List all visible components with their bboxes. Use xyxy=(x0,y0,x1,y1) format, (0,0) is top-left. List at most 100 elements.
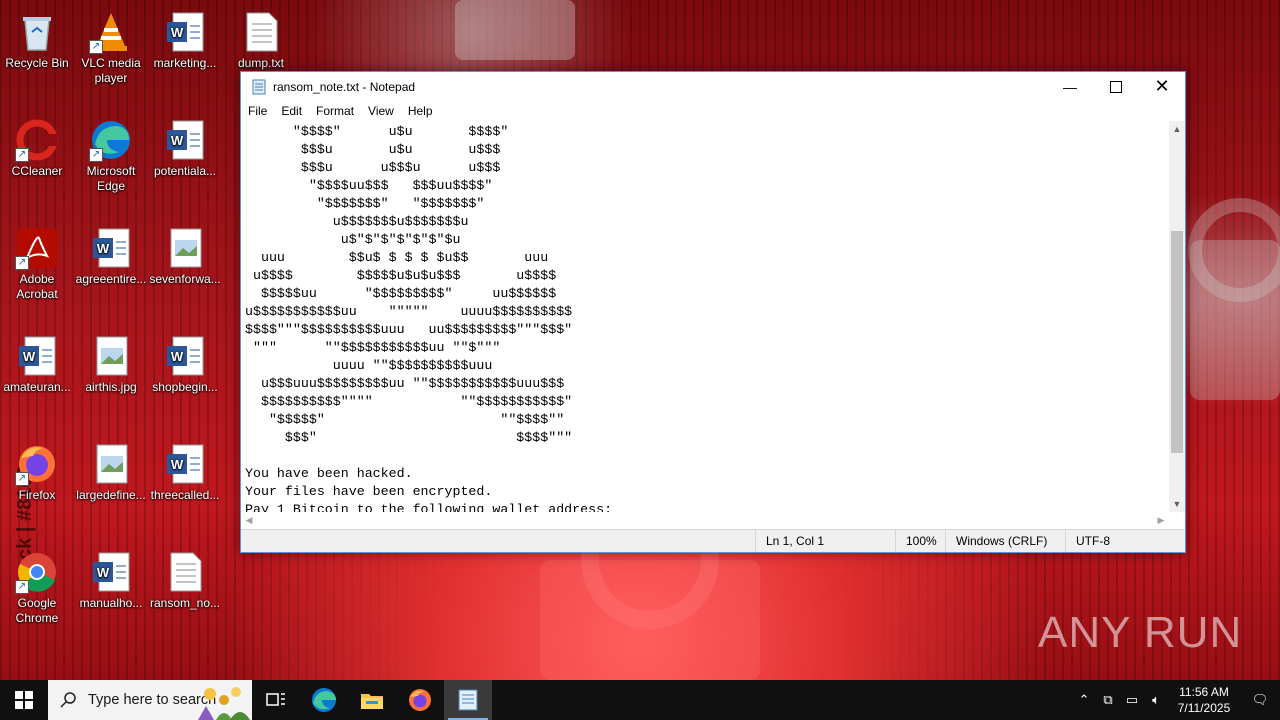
notification-icon[interactable]: 🗨︎ xyxy=(1240,692,1280,708)
maximize-button[interactable] xyxy=(1093,72,1139,101)
word-doc-icon: W xyxy=(89,226,133,270)
document-text[interactable]: "$$$$" u$u $$$$" $$$u u$u u$$$ $$$u u$$$… xyxy=(241,121,1169,512)
taskbar-notepad[interactable] xyxy=(444,680,492,720)
word-doc-icon: W xyxy=(15,334,59,378)
desktop-icon-google-chrome[interactable]: ↗ Google Chrome xyxy=(0,544,74,644)
notepad-icon xyxy=(251,79,267,95)
menu-view[interactable]: View xyxy=(361,104,401,118)
horizontal-scrollbar[interactable]: ◀ ▶ xyxy=(241,512,1169,528)
clock-date: 7/11/2025 xyxy=(1177,701,1231,715)
window-title: ransom_note.txt - Notepad xyxy=(273,79,416,94)
volume-icon[interactable]: 🔈︎ xyxy=(1144,692,1168,708)
word-doc-icon: W xyxy=(163,118,207,162)
text-editor-area[interactable]: "$$$$" u$u $$$$" $$$u u$u u$$$ $$$u u$$$… xyxy=(241,121,1169,512)
system-tray: ⌃ ⧉ ▭ 🔈︎ 11:56 AM 7/11/2025 🗨︎ xyxy=(1072,680,1280,720)
folder-icon xyxy=(361,694,383,709)
desktop-icon-vlc[interactable]: ↗ VLC media player xyxy=(74,4,148,104)
desktop-icon-firefox[interactable]: ↗ Firefox xyxy=(0,436,74,536)
svg-text:W: W xyxy=(97,241,110,256)
desktop-icon-microsoft-edge[interactable]: ↗ Microsoft Edge xyxy=(74,112,148,212)
svg-text:W: W xyxy=(23,349,36,364)
menu-file[interactable]: File xyxy=(241,104,274,118)
taskbar-search-box[interactable]: Type here to search xyxy=(48,680,252,720)
anyrun-watermark: ANY RUN xyxy=(1038,608,1243,657)
desktop-icon-recycle-bin[interactable]: Recycle Bin xyxy=(0,4,74,104)
svg-text:W: W xyxy=(171,349,184,364)
maximize-icon xyxy=(1110,80,1122,93)
taskbar-firefox[interactable] xyxy=(396,680,444,720)
scroll-thumb[interactable] xyxy=(1171,231,1183,453)
search-highlight-flowers-icon xyxy=(198,687,250,720)
image-file-icon xyxy=(163,226,207,270)
desktop-icon-manualho[interactable]: W manualho... xyxy=(74,544,148,644)
scroll-left-icon[interactable]: ◀ xyxy=(241,512,257,528)
vlc-icon: ↗ xyxy=(89,10,133,54)
status-zoom: 100% xyxy=(895,530,945,552)
edge-icon: ↗ xyxy=(89,118,133,162)
shortcut-arrow-icon: ↗ xyxy=(89,40,103,54)
word-doc-icon: W xyxy=(89,550,133,594)
text-file-icon xyxy=(163,550,207,594)
desktop-icon-largedefine[interactable]: largedefine... xyxy=(74,436,148,536)
ccleaner-icon: ↗ xyxy=(15,118,59,162)
chevron-up-icon[interactable]: ⌃ xyxy=(1072,692,1096,708)
desktop-icon-adobe-acrobat[interactable]: ↗ Adobe Acrobat xyxy=(0,220,74,320)
network-icon[interactable]: ▭ xyxy=(1120,692,1144,708)
shortcut-arrow-icon: ↗ xyxy=(15,256,29,270)
word-doc-icon: W xyxy=(163,442,207,486)
desktop-icon-potentiala[interactable]: W potentiala... xyxy=(148,112,222,212)
menu-help[interactable]: Help xyxy=(401,104,440,118)
network-adapter-icon[interactable]: ⧉ xyxy=(1096,692,1120,708)
desktop-icon-marketing[interactable]: W marketing... xyxy=(148,4,222,104)
status-bar: Ln 1, Col 1 100% Windows (CRLF) UTF-8 xyxy=(241,529,1185,552)
taskbar: Type here to search ⌃ ⧉ ▭ 🔈︎ 11:56 AM 7/… xyxy=(0,680,1280,720)
desktop-icon-amateuran[interactable]: W amateuran... xyxy=(0,328,74,428)
acrobat-icon: ↗ xyxy=(15,226,59,270)
title-bar[interactable]: ransom_note.txt - Notepad — ✕ xyxy=(241,72,1185,101)
desktop-icon-agreeentire[interactable]: W agreeentire... xyxy=(74,220,148,320)
desktop-icon-shopbegin[interactable]: W shopbegin... xyxy=(148,328,222,428)
desktop-icon-ransom-note[interactable]: ransom_no... xyxy=(148,544,222,644)
clock[interactable]: 11:56 AM 7/11/2025 xyxy=(1168,684,1240,716)
windows-logo-icon xyxy=(15,691,33,709)
scroll-right-icon[interactable]: ▶ xyxy=(1153,512,1169,528)
status-position: Ln 1, Col 1 xyxy=(755,530,895,552)
desktop-icon-sevenforwa[interactable]: sevenforwa... xyxy=(148,220,222,320)
search-icon xyxy=(60,692,76,708)
close-button[interactable]: ✕ xyxy=(1139,72,1185,101)
shortcut-arrow-icon: ↗ xyxy=(15,580,29,594)
word-doc-icon: W xyxy=(163,334,207,378)
taskbar-edge[interactable] xyxy=(300,680,348,720)
taskbar-file-explorer[interactable] xyxy=(348,680,396,720)
firefox-icon: ↗ xyxy=(15,442,59,486)
text-file-icon xyxy=(239,10,283,54)
scroll-up-icon[interactable]: ▲ xyxy=(1169,121,1185,137)
close-icon: ✕ xyxy=(1154,76,1170,96)
shortcut-arrow-icon: ↗ xyxy=(15,472,29,486)
vertical-scrollbar[interactable]: ▲ ▼ xyxy=(1169,121,1185,512)
start-button[interactable] xyxy=(0,680,48,720)
menu-edit[interactable]: Edit xyxy=(274,104,309,118)
minimize-icon: — xyxy=(1063,78,1077,95)
firefox-icon xyxy=(409,689,431,711)
svg-text:W: W xyxy=(171,25,184,40)
svg-text:W: W xyxy=(97,565,110,580)
notepad-icon xyxy=(458,689,478,711)
desktop-icon-threecalled[interactable]: W threecalled... xyxy=(148,436,222,536)
minimize-button[interactable]: — xyxy=(1047,72,1093,101)
desktop-icon-airthis-jpg[interactable]: airthis.jpg xyxy=(74,328,148,428)
scroll-down-icon[interactable]: ▼ xyxy=(1169,496,1185,512)
edge-icon xyxy=(312,688,336,712)
menu-bar: File Edit Format View Help xyxy=(241,101,1185,121)
word-doc-icon: W xyxy=(163,10,207,54)
status-line-ending: Windows (CRLF) xyxy=(945,530,1065,552)
taskbar-task-view[interactable] xyxy=(252,680,300,720)
recycle-bin-icon xyxy=(15,10,59,54)
desktop-icon-ccleaner[interactable]: ↗ CCleaner xyxy=(0,112,74,212)
svg-text:W: W xyxy=(171,133,184,148)
image-file-icon xyxy=(89,334,133,378)
notepad-window[interactable]: ransom_note.txt - Notepad — ✕ File Edit … xyxy=(240,71,1186,553)
shortcut-arrow-icon: ↗ xyxy=(15,148,29,162)
menu-format[interactable]: Format xyxy=(309,104,361,118)
svg-text:W: W xyxy=(171,457,184,472)
